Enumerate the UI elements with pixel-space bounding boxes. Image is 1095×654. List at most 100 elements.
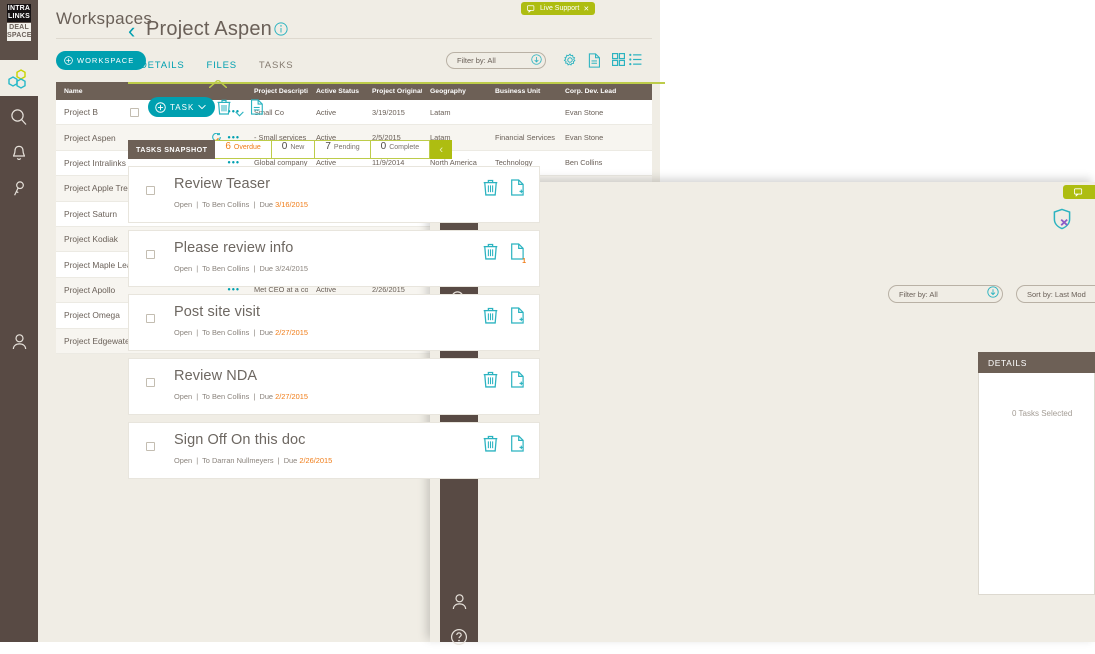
- settings-gear-button[interactable]: [563, 53, 577, 72]
- snapshot-pending-count: 7: [325, 141, 331, 152]
- trash-icon: [483, 435, 498, 452]
- snapshot-segment-overdue[interactable]: 6 Overdue: [215, 140, 272, 159]
- overlay-tabs: DETAILS FILES TASKS: [140, 60, 315, 71]
- overlay-live-support-badge[interactable]: [1063, 185, 1095, 199]
- project-title: Project Aspen: [146, 18, 273, 40]
- delete-dropdown-caret[interactable]: [235, 104, 244, 122]
- task-due-date: 2/27/2015: [275, 392, 308, 401]
- task-card[interactable]: Please review info Open | To Ben Collins …: [128, 230, 540, 287]
- sidebar-item-search[interactable]: [0, 100, 38, 134]
- trash-icon: [483, 179, 498, 196]
- snapshot-segment-complete[interactable]: 0 Complete: [370, 140, 431, 159]
- snapshot-prev-button[interactable]: ‹: [430, 140, 453, 159]
- task-due-label: Due: [259, 328, 274, 337]
- snapshot-overdue-label: Overdue: [233, 144, 261, 151]
- task-card[interactable]: Post site visit Open | To Ben Collins | D…: [128, 294, 540, 351]
- task-due-label: Due: [259, 392, 274, 401]
- task-filter-label: Filter by: All: [899, 289, 938, 299]
- task-due-date: 3/24/2015: [275, 264, 308, 273]
- task-actions: [483, 307, 525, 329]
- task-checkbox[interactable]: [146, 182, 155, 200]
- task-meta: Open | To Ben Collins | Due 3/16/2015: [174, 200, 308, 209]
- report-button[interactable]: [588, 53, 601, 73]
- add-document-icon: [511, 307, 524, 324]
- filter-label: Filter by: All: [457, 56, 496, 65]
- gear-icon: [563, 53, 576, 66]
- task-checkbox[interactable]: [146, 374, 155, 392]
- list-view-button[interactable]: [629, 53, 642, 71]
- cell-status: Active: [316, 107, 337, 117]
- dealspace-logo: DEALSPACE: [7, 23, 32, 41]
- cell-corp-dev-lead: Evan Stone: [565, 107, 604, 117]
- info-icon[interactable]: [274, 22, 288, 41]
- task-delete-button[interactable]: [483, 371, 498, 393]
- task-filter-dropdown[interactable]: Filter by: All: [888, 285, 1003, 303]
- live-support-label: Live Support: [540, 5, 580, 12]
- task-title: Please review info: [174, 240, 294, 256]
- new-task-label: TASK: [170, 102, 195, 112]
- task-card[interactable]: Sign Off On this doc Open | To Darran Nul…: [128, 422, 540, 479]
- task-due-date: 2/26/2015: [299, 456, 333, 465]
- task-add-document-button[interactable]: [510, 435, 525, 457]
- tab-tasks[interactable]: TASKS: [259, 60, 315, 71]
- new-workspace-label: WORKSPACE: [77, 56, 135, 65]
- task-sort-dropdown[interactable]: Sort by: Last Mod: [1016, 285, 1095, 303]
- task-checkbox[interactable]: [146, 310, 155, 328]
- shield-x-icon[interactable]: [1052, 208, 1072, 235]
- down-arrow-circle-icon: [531, 52, 542, 70]
- column-header-description[interactable]: Project Description: [246, 88, 308, 95]
- cell-originated: 3/19/2015: [372, 107, 405, 117]
- filter-dropdown[interactable]: Filter by: All: [446, 52, 546, 69]
- snapshot-label: TASKS SNAPSHOT: [128, 140, 216, 159]
- back-button[interactable]: ‹: [128, 20, 135, 42]
- left-nav-rail: INTRA LINKS DEAL SPACE: [0, 0, 38, 642]
- close-icon[interactable]: ✕: [583, 5, 589, 13]
- brand-logo[interactable]: INTRA LINKS DEAL SPACE: [0, 0, 38, 60]
- user-icon: [12, 334, 26, 350]
- new-workspace-button[interactable]: WORKSPACE: [56, 51, 147, 70]
- new-task-button[interactable]: TASK: [148, 97, 216, 117]
- overlay-sidebar-item-account[interactable]: [440, 585, 478, 619]
- live-support-badge[interactable]: Live Support ✕: [521, 2, 596, 15]
- table-row[interactable]: Project B ••• Small Co Active 3/19/2015 Latam…: [56, 100, 652, 126]
- snapshot-segment-new[interactable]: 0 New: [271, 140, 316, 159]
- select-all-checkbox[interactable]: [130, 104, 139, 122]
- snapshot-overdue-count: 6: [225, 141, 231, 152]
- tab-files[interactable]: FILES: [207, 60, 259, 71]
- task-checkbox[interactable]: [146, 438, 155, 456]
- sidebar-item-alerts[interactable]: [0, 136, 38, 170]
- column-header-geography[interactable]: Geography: [422, 88, 487, 95]
- task-card[interactable]: Review NDA Open | To Ben Collins | Due 2/…: [128, 358, 540, 415]
- task-delete-button[interactable]: [483, 435, 498, 457]
- column-header-corp-dev-lead[interactable]: Corp. Dev. Lead: [557, 88, 652, 95]
- sidebar-item-workspaces[interactable]: [0, 62, 38, 96]
- grid-view-button[interactable]: [611, 52, 626, 71]
- trash-icon: [483, 307, 498, 324]
- snapshot-segment-pending[interactable]: 7 Pending: [315, 140, 371, 159]
- delete-task-button[interactable]: [217, 99, 231, 120]
- task-add-document-button[interactable]: [510, 371, 525, 393]
- task-delete-button[interactable]: [483, 179, 498, 201]
- column-header-status[interactable]: Active Status: [308, 88, 364, 95]
- tab-details[interactable]: DETAILS: [140, 60, 207, 71]
- snapshot-pending-label: Pending: [333, 144, 360, 151]
- task-report-button[interactable]: [250, 99, 264, 120]
- document-icon: [250, 99, 263, 115]
- snapshot-complete-count: 0: [380, 141, 387, 152]
- task-delete-button[interactable]: [483, 307, 498, 329]
- task-delete-button[interactable]: [483, 243, 498, 265]
- sidebar-item-permissions[interactable]: [0, 172, 38, 206]
- task-add-document-button[interactable]: [510, 179, 525, 201]
- task-meta: Open | To Ben Collins | Due 2/27/2015: [174, 328, 308, 337]
- details-empty-message: 0 Tasks Selected: [1012, 409, 1073, 418]
- table-header-row: Name Project Description Active Status P…: [56, 82, 652, 100]
- task-checkbox[interactable]: [146, 246, 155, 264]
- column-header-originated[interactable]: Project Originati...: [364, 88, 422, 95]
- column-header-business-unit[interactable]: Business Unit: [487, 88, 557, 95]
- task-card[interactable]: Review Teaser Open | To Ben Collins | Due…: [128, 166, 540, 223]
- task-add-document-button[interactable]: [510, 307, 525, 329]
- overlay-sidebar-item-help[interactable]: [440, 620, 478, 654]
- sidebar-item-account[interactable]: [0, 325, 38, 359]
- task-due-label: Due: [283, 456, 298, 465]
- task-document-button[interactable]: 1: [510, 243, 526, 265]
